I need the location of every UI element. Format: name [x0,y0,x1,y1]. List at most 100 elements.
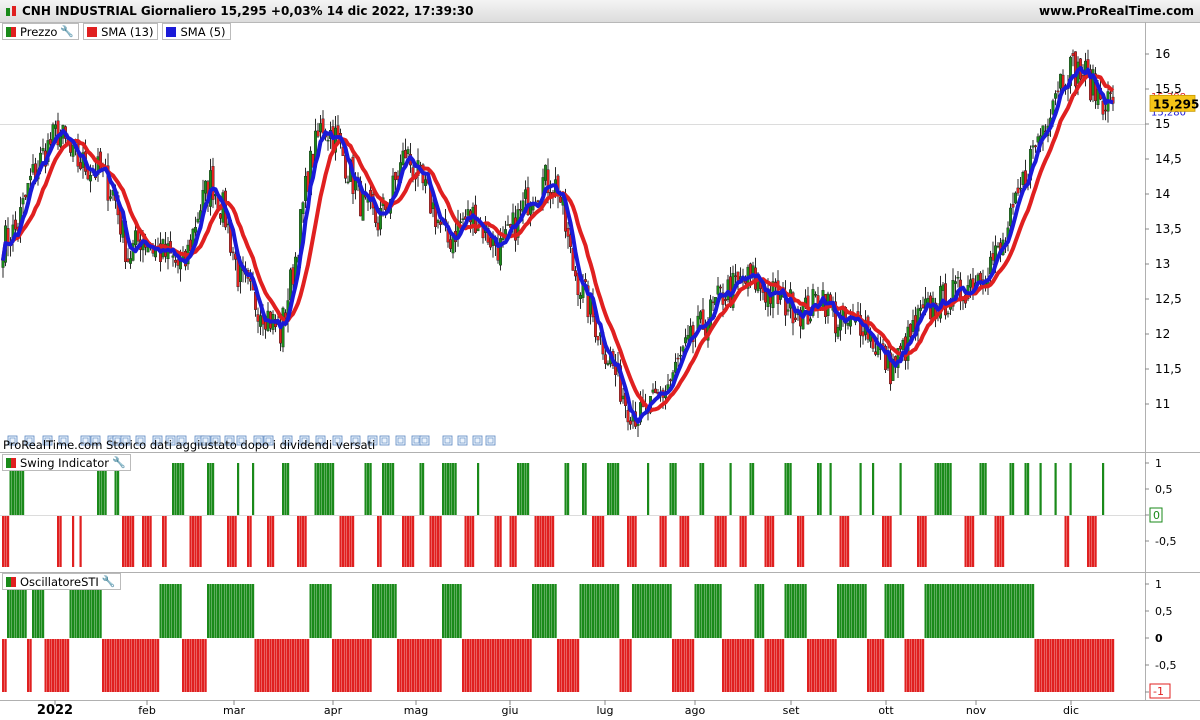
osc-bar-down [137,639,140,692]
swing-bar-up [389,463,392,515]
legend-prezzo[interactable]: Prezzo 🔧 [2,23,80,40]
osc-bar-down [524,639,527,692]
swing-bar-up [174,463,177,515]
swing-bar-down [719,516,722,567]
osc-bar-down [747,639,750,692]
osc-bar-down [267,639,270,692]
swing-bar-down [679,516,682,567]
legend-swing[interactable]: Swing Indicator 🔧 [2,454,131,471]
osc-bar-up [994,584,997,638]
osc-bar-down [59,639,62,692]
candle-body [579,295,583,299]
swing-bar-up [329,463,332,515]
osc-bar-up [372,584,375,638]
swing-bar-down [662,516,665,567]
osc-bar-up [459,584,462,638]
chart-canvas[interactable]: 1615,51514,51413,51312,51211,51115,38815… [0,0,1200,720]
swing-bar-up [212,463,215,515]
swing-bar-up [939,463,942,515]
swing-bar-down [149,516,152,567]
swing-bar-down [547,516,550,567]
wrench-icon[interactable]: 🔧 [60,25,74,38]
candle-body [466,209,470,216]
osc-bar-up [164,584,167,638]
osc-bar-down [574,639,577,692]
osc-bar-up [864,584,867,638]
price-candle [361,191,365,221]
swing-bar-down [227,516,230,567]
candle-body [1014,192,1018,204]
osc-bar-down [407,639,410,692]
osc-bar-down [722,639,725,692]
osc-bar-up [632,584,635,638]
osc-bar-down [349,639,352,692]
price-candle [173,256,177,268]
osc-bar-down [187,639,190,692]
osc-bar-up [892,584,895,638]
osc-bar-down [564,639,567,692]
candle-body [836,326,840,337]
legend-sma5[interactable]: SMA (5) [162,23,231,40]
osc-bar-up [79,584,82,638]
osc-bar-down [779,639,782,692]
dividend-icon-box [472,435,483,446]
osc-bar-down [192,639,195,692]
osc-bar-down [557,639,560,692]
osc-bar-down [154,639,157,692]
osc-bar-down [397,639,400,692]
osc-bar-down [879,639,882,692]
osc-bar-down [62,639,65,692]
swing-bar-down [972,516,975,567]
swing-bar-up [982,463,985,515]
price-candle [621,387,625,404]
swing-bar-up [442,463,445,515]
dividend-icon [379,435,390,446]
swing-bar-down [1087,516,1090,567]
legend-osc[interactable]: OscillatoreSTI 🔧 [2,573,121,590]
candle-body [846,323,850,326]
osc-bar-up [582,584,585,638]
osc-bar-down [284,639,287,692]
osc-bar-down [134,639,137,692]
wrench-icon[interactable]: 🔧 [112,456,126,469]
osc-bar-down [417,639,420,692]
osc-bar-up [377,584,380,638]
swing-bar-up [699,463,702,515]
swing-bar-up [607,463,610,515]
swing-bar-down [509,516,512,567]
dividend-icon-box [485,435,496,446]
swing-bar-down [197,516,200,567]
osc-bar-down [622,639,625,692]
osc-bar-up [802,584,805,638]
dividend-icon-box [379,435,390,446]
swing-bar-down [147,516,150,567]
candle-body [41,148,45,152]
swing-bar-up [419,463,422,515]
osc-bar-down [877,639,880,692]
candle-body [1011,203,1015,208]
swing-bar-up [252,463,255,515]
wrench-icon[interactable]: 🔧 [102,575,116,588]
swing-bar-up [729,463,732,515]
osc-bar-down [402,639,405,692]
osc-bar-up [1007,584,1010,638]
osc-bar-up [237,584,240,638]
osc-bar-down [282,639,285,692]
swing-tick-label: -0,5 [1155,535,1176,548]
candle-body [956,277,960,279]
osc-bar-down [619,639,622,692]
swing-bar-down [247,516,250,567]
osc-bar-up [209,584,212,638]
osc-bar-down [264,639,267,692]
x-tick-label: mar [223,704,245,717]
osc-bar-down [807,639,810,692]
osc-bar-up [97,584,100,638]
price-candle [579,292,583,309]
candle-body [679,354,683,357]
swing-bar-down [634,516,637,567]
osc-bar-down [882,639,885,692]
dividend-icon [457,435,468,446]
swing-bar-up [1039,463,1042,515]
osc-bar-up [1002,584,1005,638]
legend-sma13[interactable]: SMA (13) [83,23,159,40]
